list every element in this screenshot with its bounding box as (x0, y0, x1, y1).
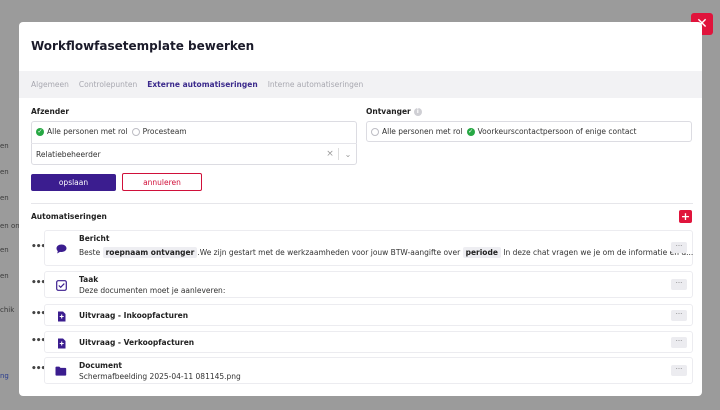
tab-general[interactable]: Algemeen (31, 80, 69, 89)
receiver-label: Ontvanger (366, 107, 411, 116)
background-fragment: en (0, 246, 9, 254)
file-request-icon (55, 310, 67, 322)
automation-title: Uitvraag - Inkoopfacturen (79, 311, 189, 320)
sender-option-role[interactable]: ✓ Alle personen met rol (36, 127, 128, 136)
receiver-option-role[interactable]: Alle personen met rol (371, 127, 463, 136)
automation-title: Uitvraag - Verkoopfacturen (79, 338, 195, 347)
save-button[interactable]: opslaan (31, 174, 116, 191)
placeholder-tag: roepnaam ontvanger (102, 247, 198, 258)
select-value: Relatiebeheerder (36, 149, 101, 159)
receiver-label-wrap: Ontvanger i (366, 107, 422, 116)
sender-option-team-label: Procesteam (142, 127, 187, 136)
background-link: ng (0, 372, 9, 380)
sender-option-role-label: Alle personen met rol (47, 127, 128, 136)
automation-subtitle: Deze documenten moet je aanleveren: (79, 286, 226, 295)
receiver-option-role-label: Alle personen met rol (382, 127, 463, 136)
background-fragment: en (0, 272, 9, 280)
chat-bubble-icon (55, 243, 67, 255)
more-options-button[interactable]: ··· (671, 242, 687, 253)
check-icon: ✓ (466, 127, 475, 136)
automation-card-task[interactable]: Taak Deze documenten moet je aanleveren:… (44, 271, 693, 298)
more-options-button[interactable]: ··· (671, 337, 687, 348)
add-automation-button[interactable]: + (679, 210, 692, 223)
automation-card-request-purchase[interactable]: Uitvraag - Inkoopfacturen ··· (44, 304, 693, 326)
tab-checkpoints[interactable]: Controlepunten (79, 80, 137, 89)
automation-card-message[interactable]: Bericht Beste roepnaam ontvanger .We zijn… (44, 230, 693, 266)
folder-icon (55, 365, 67, 377)
receiver-option-preferred-contact[interactable]: ✓ Voorkeurscontactpersoon of enige conta… (466, 127, 637, 136)
automation-title: Bericht (79, 234, 110, 243)
plus-icon: + (680, 210, 691, 223)
sender-option-team[interactable]: Procesteam (131, 127, 187, 136)
sender-role-select[interactable]: Relatiebeheerder × ⌄ (31, 143, 357, 164)
automation-row: ••• Document Schermafbeelding 2025-04-11… (31, 357, 693, 384)
background-fragment: en (0, 168, 9, 176)
automation-row: ••• Uitvraag - Verkoopfacturen ··· (31, 331, 693, 353)
edit-template-modal: Workflowfasetemplate bewerken Algemeen C… (19, 22, 702, 396)
receiver-box: Alle personen met rol ✓ Voorkeurscontact… (366, 121, 692, 142)
automation-row: ••• Uitvraag - Inkoopfacturen ··· (31, 304, 693, 326)
receiver-option-preferred-label: Voorkeurscontactpersoon of enige contact (477, 127, 637, 136)
message-text: Beste (79, 248, 103, 257)
automation-card-request-sales[interactable]: Uitvraag - Verkoopfacturen ··· (44, 331, 693, 353)
message-text: In deze chat vragen we je om de informat… (500, 248, 694, 257)
tab-bar: Algemeen Controlepunten Externe automati… (19, 71, 702, 98)
more-options-button[interactable]: ··· (671, 365, 687, 376)
automation-subtitle: Schermafbeelding 2025-04-11 081145.png (79, 372, 241, 381)
chevron-down-icon[interactable]: ⌄ (339, 150, 357, 159)
automation-row: ••• Taak Deze documenten moet je aanleve… (31, 271, 693, 298)
automations-label: Automatiseringen (31, 212, 107, 221)
sender-label: Afzender (31, 107, 70, 116)
background-fragment: en (0, 142, 9, 150)
more-options-button[interactable]: ··· (671, 310, 687, 321)
background-fragment: en (0, 194, 9, 202)
placeholder-tag: periode (462, 247, 501, 258)
message-text: .We zijn gestart met de werkzaamheden vo… (197, 248, 463, 257)
check-icon: ✓ (36, 127, 44, 136)
automation-row: ••• Bericht Beste roepnaam ontvanger .We … (31, 230, 693, 266)
clear-icon[interactable]: × (322, 149, 338, 159)
automation-card-document[interactable]: Document Schermafbeelding 2025-04-11 081… (44, 357, 693, 384)
info-icon[interactable]: i (413, 108, 422, 116)
modal-title: Workflowfasetemplate bewerken (31, 39, 255, 53)
more-options-button[interactable]: ··· (671, 279, 687, 290)
automation-title: Taak (79, 275, 99, 284)
radio-icon (371, 127, 379, 136)
file-request-icon (55, 337, 67, 349)
tab-internal-automations[interactable]: Interne automatiseringen (268, 80, 364, 89)
cancel-button[interactable]: annuleren (122, 173, 202, 191)
radio-icon (131, 127, 140, 136)
automation-title: Document (79, 361, 122, 370)
divider (31, 203, 693, 204)
checkbox-icon (55, 279, 67, 291)
background-fragment: chik (0, 306, 15, 314)
tab-external-automations[interactable]: Externe automatiseringen (147, 80, 258, 89)
automation-message-preview: Beste roepnaam ontvanger .We zijn gestart… (79, 247, 693, 258)
